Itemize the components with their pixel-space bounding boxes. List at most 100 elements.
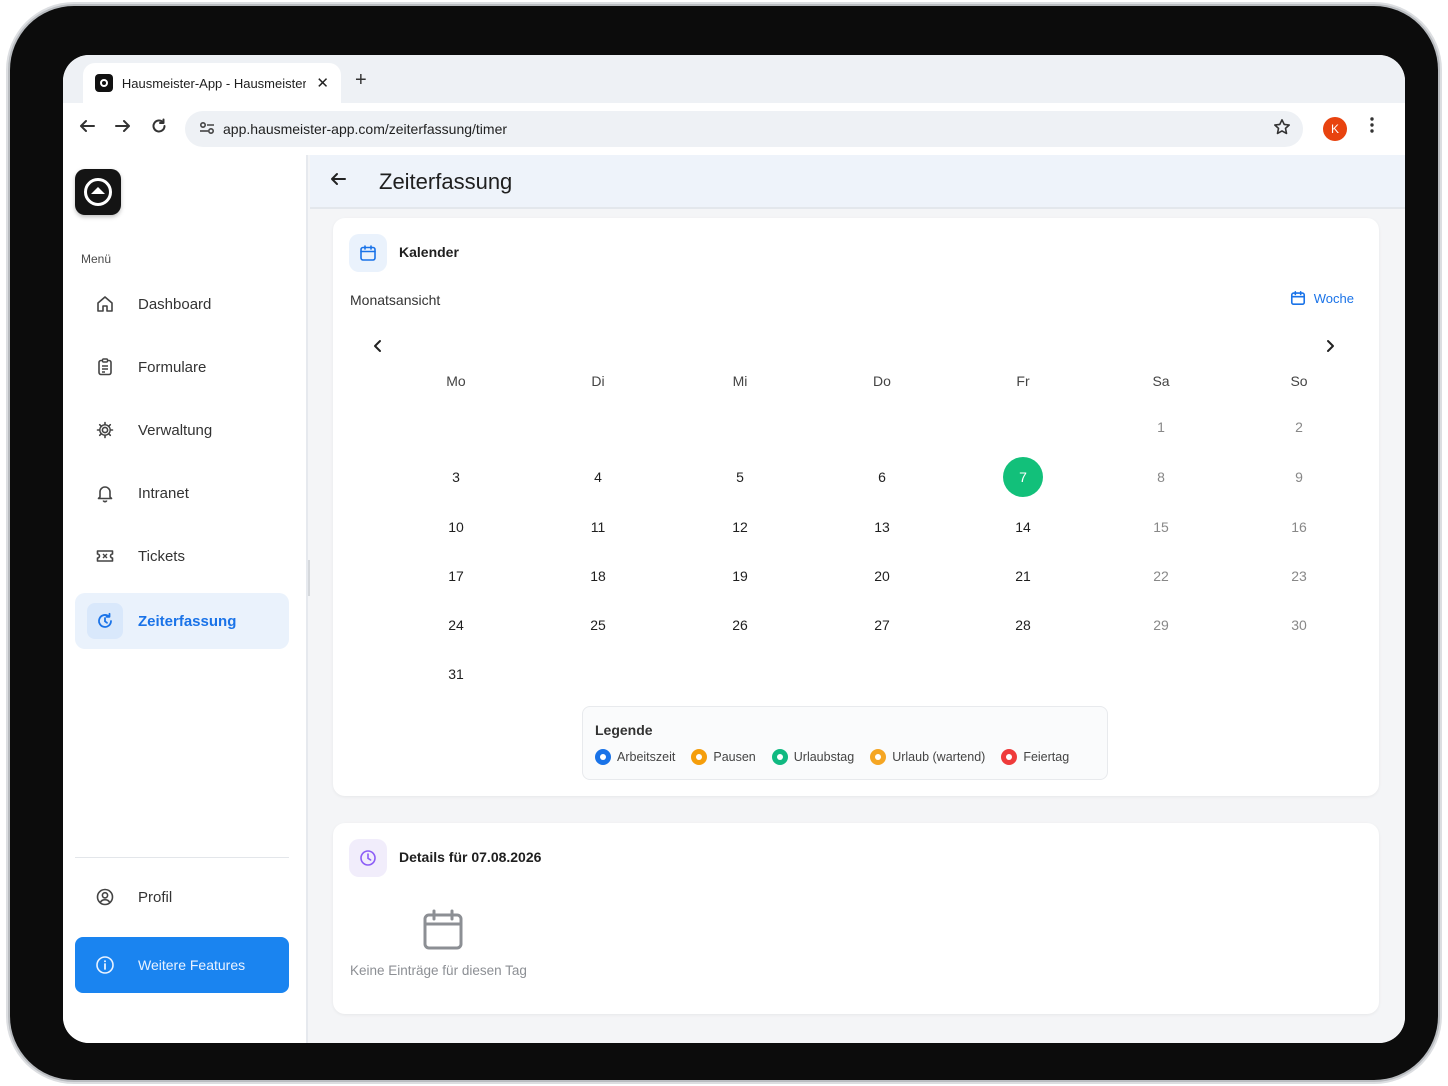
week-view-button[interactable]: Woche bbox=[1290, 290, 1354, 306]
url-text: app.hausmeister-app.com/zeiterfassung/ti… bbox=[223, 121, 508, 137]
legend-label: Urlaubstag bbox=[793, 750, 855, 764]
calendar-day[interactable]: 13 bbox=[862, 507, 902, 547]
legend-dot-icon bbox=[771, 749, 788, 765]
month-view-label: Monatsansicht bbox=[350, 292, 441, 308]
calendar-day[interactable]: 9 bbox=[1279, 457, 1319, 497]
browser-toolbar: app.hausmeister-app.com/zeiterfassung/ti… bbox=[63, 103, 1405, 155]
reload-icon[interactable] bbox=[147, 117, 171, 140]
calendar-day[interactable]: 1 bbox=[1141, 407, 1181, 447]
sidebar-item-dashboard[interactable]: Dashboard bbox=[75, 276, 289, 332]
legend-dot-icon bbox=[1001, 749, 1018, 765]
weekday-header: Di bbox=[591, 373, 605, 389]
sidebar-item-intranet[interactable]: Intranet bbox=[75, 465, 289, 521]
back-arrow-icon[interactable] bbox=[328, 169, 348, 195]
weitere-features-button[interactable]: Weitere Features bbox=[75, 937, 289, 993]
legend-dot-icon bbox=[870, 749, 887, 765]
browser-tab[interactable]: Hausmeister-App - Hausmeister ✕ bbox=[83, 63, 341, 103]
sidebar-item-label: Profil bbox=[138, 888, 173, 906]
calendar-day[interactable]: 2 bbox=[1279, 407, 1319, 447]
close-tab-icon[interactable]: ✕ bbox=[316, 74, 329, 92]
calendar-day[interactable]: 30 bbox=[1279, 605, 1319, 645]
sidebar-item-zeiterfassung[interactable]: Zeiterfassung bbox=[75, 593, 289, 649]
page-title: Zeiterfassung bbox=[379, 169, 513, 194]
bell-icon bbox=[87, 475, 123, 511]
calendar-day[interactable]: 14 bbox=[1003, 507, 1043, 547]
calendar-day[interactable]: 25 bbox=[578, 605, 618, 645]
calendar-grid: Mo Di Mi Do Fr Sa So 1 2 3 4 5 6 7 8 9 10 11 12 13 14 15 16 17 1… bbox=[386, 373, 1354, 682]
app: Menü Dashboard Formulare Verwaltung Intr… bbox=[63, 155, 1405, 1043]
app-logo[interactable] bbox=[75, 169, 121, 215]
sidebar: Menü Dashboard Formulare Verwaltung Intr… bbox=[63, 155, 308, 1043]
calendar-day[interactable]: 8 bbox=[1141, 457, 1181, 497]
browser-menu-icon[interactable] bbox=[1369, 116, 1375, 139]
details-title: Details für 07.08.2026 bbox=[399, 849, 542, 865]
calendar-day[interactable]: 24 bbox=[436, 605, 476, 645]
screen: Hausmeister-App - Hausmeister ✕ + app.ha… bbox=[63, 55, 1405, 1043]
sidebar-item-tickets[interactable]: Tickets bbox=[75, 528, 289, 584]
calendar-day[interactable]: 4 bbox=[578, 457, 618, 497]
legend: Legende Arbeitszeit Pausen Urlaubstag Urlau… bbox=[582, 706, 1108, 780]
calendar-title: Kalender bbox=[399, 244, 459, 260]
calendar-day[interactable]: 23 bbox=[1279, 556, 1319, 596]
legend-item: Arbeitszeit bbox=[595, 749, 675, 765]
empty-calendar-icon bbox=[423, 909, 463, 951]
menu-label: Menü bbox=[81, 252, 112, 266]
next-month-icon[interactable] bbox=[1323, 338, 1337, 359]
site-settings-icon[interactable] bbox=[199, 121, 219, 138]
empty-state-text: Keine Einträge für diesen Tag bbox=[350, 963, 527, 978]
legend-dot-icon bbox=[595, 749, 611, 765]
forward-icon[interactable] bbox=[111, 117, 135, 140]
calendar-icon bbox=[1290, 290, 1306, 306]
sidebar-item-label: Formulare bbox=[138, 358, 207, 376]
calendar-day[interactable]: 20 bbox=[862, 556, 902, 596]
timer-icon bbox=[87, 603, 123, 639]
calendar-day[interactable]: 5 bbox=[720, 457, 760, 497]
gear-icon bbox=[87, 412, 123, 448]
calendar-day[interactable]: 10 bbox=[436, 507, 476, 547]
calendar-day[interactable]: 28 bbox=[1003, 605, 1043, 645]
calendar-day[interactable]: 3 bbox=[436, 457, 476, 497]
legend-label: Pausen bbox=[713, 750, 756, 764]
details-card: Details für 07.08.2026 Keine Einträge fü… bbox=[333, 823, 1379, 1014]
calendar-card: Kalender Monatsansicht Woche Mo Di Mi Do… bbox=[333, 218, 1379, 796]
back-icon[interactable] bbox=[75, 117, 99, 140]
calendar-day[interactable]: 15 bbox=[1141, 507, 1181, 547]
weekday-header: So bbox=[1290, 373, 1308, 389]
calendar-day[interactable]: 17 bbox=[436, 556, 476, 596]
legend-items: Arbeitszeit Pausen Urlaubstag Urlaub (warte… bbox=[595, 749, 1085, 765]
week-button-label: Woche bbox=[1313, 290, 1354, 306]
calendar-day[interactable]: 27 bbox=[862, 605, 902, 645]
clipboard-icon bbox=[87, 349, 123, 385]
weekday-header: Do bbox=[873, 373, 891, 389]
legend-label: Urlaub (wartend) bbox=[892, 750, 986, 764]
calendar-day[interactable]: 6 bbox=[862, 457, 902, 497]
weekday-header: Mi bbox=[732, 373, 748, 389]
legend-title: Legende bbox=[595, 722, 653, 738]
profile-avatar[interactable]: K bbox=[1323, 117, 1347, 141]
legend-dot-icon bbox=[691, 749, 708, 765]
calendar-day[interactable]: 19 bbox=[720, 556, 760, 596]
sidebar-item-label: Zeiterfassung bbox=[138, 612, 237, 630]
calendar-day[interactable]: 18 bbox=[578, 556, 618, 596]
sidebar-item-formulare[interactable]: Formulare bbox=[75, 339, 289, 395]
calendar-day[interactable]: 22 bbox=[1141, 556, 1181, 596]
sidebar-divider bbox=[75, 857, 289, 858]
calendar-day-selected[interactable]: 7 bbox=[1003, 457, 1043, 497]
bookmark-star-icon[interactable] bbox=[1273, 118, 1291, 141]
calendar-day[interactable]: 31 bbox=[436, 654, 476, 694]
weekday-header: Sa bbox=[1152, 373, 1170, 389]
sidebar-item-label: Tickets bbox=[138, 547, 185, 565]
calendar-day[interactable]: 26 bbox=[720, 605, 760, 645]
new-tab-icon[interactable]: + bbox=[355, 69, 367, 92]
calendar-day[interactable]: 12 bbox=[720, 507, 760, 547]
calendar-day[interactable]: 21 bbox=[1003, 556, 1043, 596]
calendar-day[interactable]: 29 bbox=[1141, 605, 1181, 645]
legend-item: Urlaub (wartend) bbox=[870, 749, 985, 765]
prev-month-icon[interactable] bbox=[371, 338, 385, 359]
address-bar[interactable]: app.hausmeister-app.com/zeiterfassung/ti… bbox=[185, 111, 1303, 147]
sidebar-item-verwaltung[interactable]: Verwaltung bbox=[75, 402, 289, 458]
calendar-day[interactable]: 16 bbox=[1279, 507, 1319, 547]
calendar-day[interactable]: 11 bbox=[578, 507, 618, 547]
sidebar-item-profil[interactable]: Profil bbox=[75, 869, 289, 925]
sidebar-item-label: Verwaltung bbox=[138, 421, 213, 439]
